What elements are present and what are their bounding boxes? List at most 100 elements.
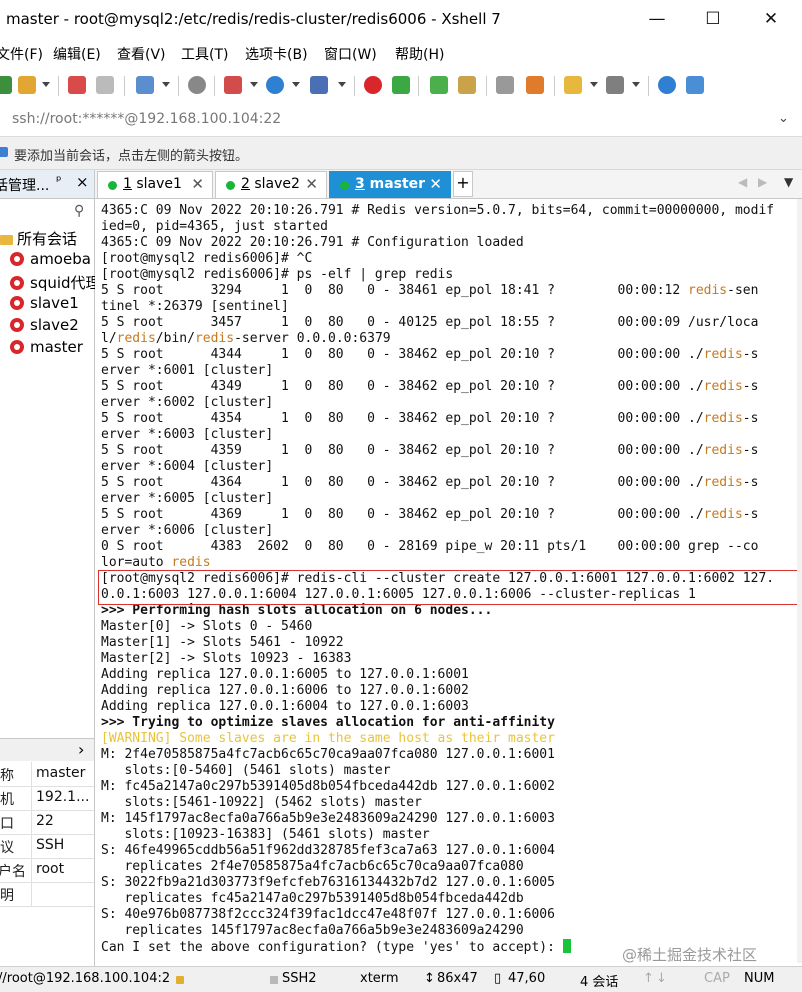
font-icon[interactable] (310, 76, 328, 94)
close-button[interactable]: ✕ (748, 0, 794, 40)
globe-dropdown-arrow[interactable] (292, 82, 300, 87)
menu-tabs[interactable]: 选项卡(B) (245, 44, 308, 64)
layout-icon[interactable] (606, 76, 624, 94)
minimize-button[interactable]: — (634, 0, 680, 40)
session-item-squid[interactable]: squid代理 (10, 272, 101, 294)
terminal-text: -sen (727, 283, 759, 298)
lock-icon[interactable] (458, 76, 476, 94)
terminal-text: 4365:C 09 Nov 2022 20:10:26.791 # Redis … (101, 203, 775, 218)
status-size: 86x47 (437, 971, 478, 986)
open-dropdown-arrow[interactable] (42, 82, 50, 87)
tab-scroll-right-icon[interactable]: ▶ (758, 175, 767, 189)
panel-close-icon[interactable]: × (76, 173, 89, 191)
menu-edit[interactable]: 编辑(E) (53, 44, 101, 64)
session-item-slave1[interactable]: slave1 (10, 294, 79, 316)
layout-dropdown-arrow[interactable] (632, 82, 640, 87)
tab-scroll-left-icon[interactable]: ◀ (738, 175, 747, 189)
keyboard-icon[interactable] (496, 76, 514, 94)
session-folder-all[interactable]: 所有会话 (0, 228, 77, 250)
pin-icon[interactable]: ᵖ (56, 174, 62, 189)
terminal-scrollbar[interactable] (797, 199, 802, 963)
terminal-text: S: 40e976b087738f2ccc324f39fac1dcc47e48f… (101, 907, 555, 922)
xshell-session-icon (10, 318, 24, 332)
xftp-icon[interactable] (392, 76, 410, 94)
size-icon: ↕ (424, 971, 435, 986)
help-icon[interactable] (658, 76, 676, 94)
terminal-line: M: 2f4e70585875a4fc7acb6c65c70ca9aa07fca… (101, 747, 555, 762)
find-icon[interactable] (188, 76, 206, 94)
terminal-text: 5 S root 4369 1 0 80 0 - 38462 ep_pol 20… (101, 507, 704, 522)
tab-list-dropdown-icon[interactable]: ▼ (784, 175, 793, 189)
xshell-icon[interactable] (364, 76, 382, 94)
fullscreen-icon[interactable] (430, 76, 448, 94)
tab-slave1[interactable]: 1 slave1 ✕ (97, 171, 213, 198)
expand-icon[interactable]: › (78, 740, 84, 759)
status-bar: //root@192.168.100.104:2 SSH2 xterm ↕ 86… (0, 966, 802, 992)
toolbar-separator (58, 76, 59, 96)
title-bar: master - root@mysql2:/etc/redis/redis-cl… (0, 0, 802, 40)
window-title: master - root@mysql2:/etc/redis/redis-cl… (6, 10, 501, 28)
status-down-arrow-icon: ↓ (656, 971, 667, 986)
address-dropdown-icon[interactable]: ⌄ (778, 111, 789, 126)
maximize-button[interactable]: ☐ (690, 0, 736, 40)
transfer-dropdown-arrow[interactable] (250, 82, 258, 87)
terminal-text: redis (703, 347, 743, 362)
transfer-icon[interactable] (224, 76, 242, 94)
terminal-text: erver *:6001 [cluster] (101, 363, 274, 378)
add-tab-button[interactable]: + (453, 171, 473, 197)
terminal-text: M: 145f1797ac8ecfa0a766a5b9e3e2483609a24… (101, 811, 555, 826)
tab-close-icon[interactable]: ✕ (429, 175, 442, 193)
session-item-amoeba[interactable]: amoeba (10, 250, 91, 272)
tab-close-icon[interactable]: ✕ (305, 175, 318, 193)
menu-help[interactable]: 帮助(H) (395, 44, 444, 64)
terminal-line: slots:[10923-16383] (5461 slots) master (101, 827, 429, 842)
terminal-text: redis (171, 555, 211, 570)
terminal-text: slots:[0-5460] (5461 slots) master (101, 763, 391, 778)
terminal-line: Adding replica 127.0.0.1:6005 to 127.0.0… (101, 667, 469, 682)
tab-master[interactable]: 3 master ✕ (329, 171, 451, 198)
menu-view[interactable]: 查看(V) (117, 44, 166, 64)
new-session-icon[interactable] (0, 76, 12, 94)
menu-bar: 文件(F) 编辑(E) 查看(V) 工具(T) 选项卡(B) 窗口(W) 帮助(… (0, 40, 802, 68)
tab-label: slave1 (131, 176, 182, 192)
terminal-text: erver *:6006 [cluster] (101, 523, 274, 538)
tab-close-icon[interactable]: ✕ (191, 175, 204, 193)
terminal-text: 5 S root 4344 1 0 80 0 - 38462 ep_pol 20… (101, 347, 704, 362)
folder-icon (0, 235, 13, 245)
property-key: 户名 (0, 864, 26, 880)
reconnect-icon[interactable] (68, 76, 86, 94)
property-value: 22 (36, 813, 54, 829)
terminal-text: >>> Performing hash slots allocation on … (101, 603, 493, 618)
properties-icon[interactable] (136, 76, 154, 94)
property-value: root (36, 861, 65, 877)
tab-label: slave2 (249, 176, 300, 192)
session-item-slave2[interactable]: slave2 (10, 316, 79, 338)
open-folder-icon[interactable] (18, 76, 36, 94)
menu-file[interactable]: 文件(F) (0, 44, 43, 64)
status-connection: //root@192.168.100.104:2 (0, 971, 171, 986)
font-dropdown-arrow[interactable] (338, 82, 346, 87)
disconnect-icon[interactable] (96, 76, 114, 94)
tab-slave2[interactable]: 2 slave2 ✕ (215, 171, 327, 198)
terminal-text: >>> Trying to optimize slaves allocation… (101, 715, 555, 730)
address-text[interactable]: ssh://root:******@192.168.100.104:22 (12, 111, 281, 127)
arrow-icon[interactable] (0, 147, 8, 157)
terminal-text: [root@mysql2 redis6006]# ps -elf | grep … (101, 267, 454, 282)
new-folder-icon[interactable] (564, 76, 582, 94)
terminal-text: Master[0] -> Slots 0 - 5460 (101, 619, 313, 634)
terminal-line: 0 S root 4383 2602 0 80 0 - 28169 pipe_w… (101, 539, 758, 554)
menu-window[interactable]: 窗口(W) (324, 44, 377, 64)
terminal-text: redis (194, 331, 235, 346)
terminal-text: tinel *:26379 [sentinel] (101, 299, 289, 314)
menu-tools[interactable]: 工具(T) (181, 44, 228, 64)
terminal-line: M: fc45a2147a0c297b5391405d8b054fbceda44… (101, 779, 555, 794)
session-item-master[interactable]: master (10, 338, 83, 360)
properties-dropdown-arrow[interactable] (162, 82, 170, 87)
folder-dropdown-arrow[interactable] (590, 82, 598, 87)
terminal-cursor (562, 939, 571, 953)
highlight-icon[interactable] (526, 76, 544, 94)
globe-icon[interactable] (266, 76, 284, 94)
session-search-icon[interactable]: ⚲ (74, 203, 84, 219)
chat-icon[interactable] (686, 76, 704, 94)
address-bar[interactable]: ssh://root:******@192.168.100.104:22 ⌄ (0, 104, 802, 137)
